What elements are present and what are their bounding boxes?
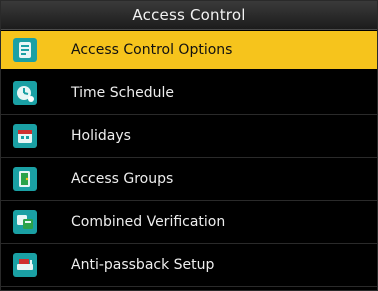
- divider: [1, 243, 377, 244]
- access-groups-icon: [13, 167, 37, 191]
- page-title: Access Control: [1, 1, 377, 30]
- anti-passback-setup-icon: [13, 253, 37, 277]
- divider: [1, 157, 377, 158]
- menu-item-label: Holidays: [71, 128, 131, 144]
- divider: [1, 114, 377, 115]
- menu-item-combined-verification[interactable]: Combined Verification: [1, 203, 377, 244]
- menu-item-label: Combined Verification: [71, 214, 226, 230]
- access-control-menu: Access Control Options Time Schedule Hol…: [1, 31, 377, 289]
- divider: [1, 200, 377, 201]
- device-screen: Access Control Access Control Options Ti…: [0, 0, 378, 291]
- menu-item-holidays[interactable]: Holidays: [1, 117, 377, 158]
- divider: [1, 286, 377, 287]
- combined-verification-icon: [13, 210, 37, 234]
- menu-item-label: Access Groups: [71, 171, 174, 187]
- menu-item-label: Anti-passback Setup: [71, 257, 215, 273]
- access-control-options-icon: [13, 38, 37, 62]
- menu-item-access-control-options[interactable]: Access Control Options: [1, 31, 377, 69]
- menu-item-access-groups[interactable]: Access Groups: [1, 160, 377, 201]
- menu-item-label: Access Control Options: [71, 42, 233, 58]
- holidays-icon: [13, 124, 37, 148]
- time-schedule-icon: [13, 81, 37, 105]
- menu-item-time-schedule[interactable]: Time Schedule: [1, 74, 377, 115]
- menu-item-label: Time Schedule: [71, 85, 175, 101]
- menu-item-anti-passback-setup[interactable]: Anti-passback Setup: [1, 246, 377, 287]
